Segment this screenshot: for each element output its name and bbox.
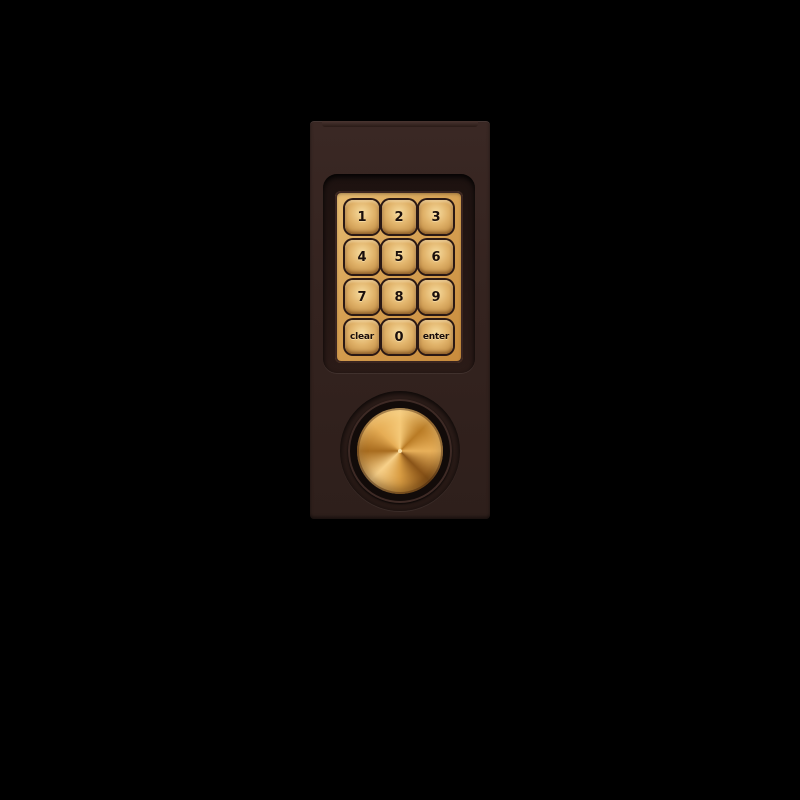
knob-center xyxy=(398,449,402,453)
key-label: 2 xyxy=(394,209,404,225)
key-label: 1 xyxy=(357,209,367,225)
key-5[interactable]: 5 xyxy=(382,240,416,274)
clear-button[interactable]: clear xyxy=(345,320,379,354)
key-2[interactable]: 2 xyxy=(382,200,416,234)
key-label: clear xyxy=(349,331,375,342)
key-label: 3 xyxy=(431,209,441,225)
keypad-controller: 1 2 3 4 5 6 7 8 9 clear 0 enter xyxy=(310,121,490,519)
key-8[interactable]: 8 xyxy=(382,280,416,314)
key-label: 4 xyxy=(357,249,367,265)
key-6[interactable]: 6 xyxy=(419,240,453,274)
key-4[interactable]: 4 xyxy=(345,240,379,274)
enter-button[interactable]: enter xyxy=(419,320,453,354)
key-label: 8 xyxy=(394,289,404,305)
key-label: 9 xyxy=(431,289,441,305)
key-7[interactable]: 7 xyxy=(345,280,379,314)
key-label: 7 xyxy=(357,289,367,305)
key-1[interactable]: 1 xyxy=(345,200,379,234)
top-ridge xyxy=(322,121,478,127)
key-9[interactable]: 9 xyxy=(419,280,453,314)
key-3[interactable]: 3 xyxy=(419,200,453,234)
keypad-bezel: 1 2 3 4 5 6 7 8 9 clear 0 enter xyxy=(323,174,475,373)
key-0[interactable]: 0 xyxy=(382,320,416,354)
knob-well xyxy=(340,391,460,511)
key-label: enter xyxy=(422,331,450,342)
knob-ring xyxy=(348,399,452,503)
key-label: 0 xyxy=(394,329,404,345)
keypad-plate: 1 2 3 4 5 6 7 8 9 clear 0 enter xyxy=(335,191,463,363)
key-label: 5 xyxy=(394,249,404,265)
control-knob[interactable] xyxy=(357,408,443,494)
key-label: 6 xyxy=(431,249,441,265)
